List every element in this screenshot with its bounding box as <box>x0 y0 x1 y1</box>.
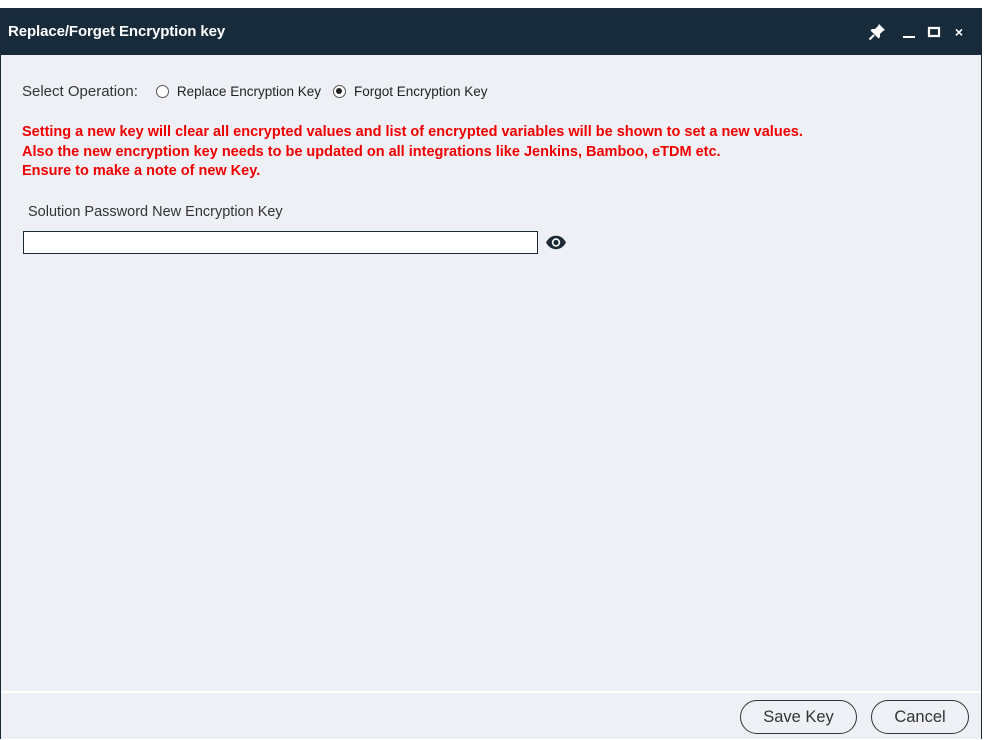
eye-icon[interactable] <box>545 235 567 250</box>
warning-message: Setting a new key will clear all encrypt… <box>22 123 962 182</box>
window-title: Replace/Forget Encryption key <box>8 23 226 40</box>
radio-forgot-key[interactable]: Forgot Encryption Key <box>332 83 488 99</box>
cancel-button[interactable]: Cancel <box>871 700 969 734</box>
dialog-content: Select Operation: Replace Encryption Key… <box>3 55 979 691</box>
encryption-key-input[interactable] <box>23 231 538 254</box>
maximize-icon[interactable] <box>923 21 945 43</box>
radio-label: Replace Encryption Key <box>176 83 321 99</box>
close-icon[interactable]: × <box>948 21 970 43</box>
radio-button[interactable] <box>155 84 169 98</box>
radio-replace-key[interactable]: Replace Encryption Key <box>155 83 321 99</box>
radio-label: Forgot Encryption Key <box>353 83 488 99</box>
operation-label: Select Operation: <box>22 82 138 100</box>
key-field-label: Solution Password New Encryption Key <box>28 204 283 220</box>
pin-icon[interactable] <box>866 21 888 43</box>
dialog-footer: Save Key Cancel <box>1 691 981 739</box>
warning-line: Setting a new key will clear all encrypt… <box>22 124 803 140</box>
warning-line: Also the new encryption key needs to be … <box>22 143 721 160</box>
warning-line: Ensure to make a note of new Key. <box>22 163 261 179</box>
save-key-button[interactable]: Save Key <box>740 700 857 734</box>
title-bar: Replace/Forget Encryption key × <box>1 9 981 55</box>
minimize-icon[interactable] <box>898 21 920 43</box>
radio-button[interactable] <box>332 84 346 98</box>
operation-row: Select Operation: Replace Encryption Key… <box>22 81 500 101</box>
dialog-window: Replace/Forget Encryption key × Select O… <box>0 8 982 739</box>
